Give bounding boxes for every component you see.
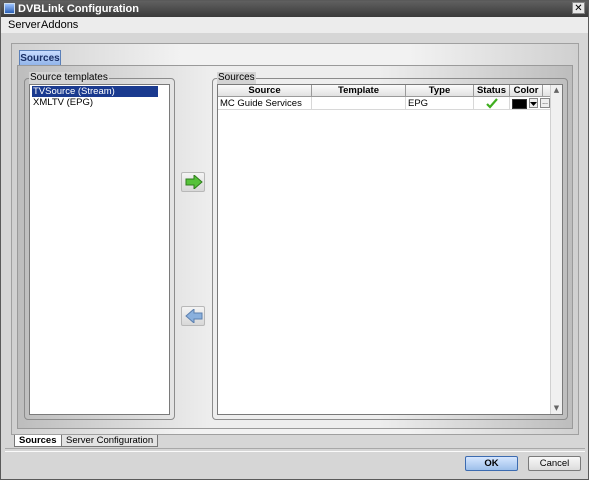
- scroll-up-icon[interactable]: ▲: [551, 85, 562, 96]
- column-header-source[interactable]: Source: [218, 85, 312, 97]
- cell-status: [474, 97, 510, 110]
- right-arrow-icon: [185, 175, 203, 189]
- sources-group: Sources Source Template Type Status Colo…: [212, 72, 568, 420]
- menu-addons[interactable]: Addons: [41, 18, 78, 32]
- ok-button[interactable]: OK: [465, 456, 518, 471]
- checkmark-icon: [486, 98, 498, 109]
- column-header-type[interactable]: Type: [406, 85, 474, 97]
- template-item-xmltv[interactable]: XMLTV (EPG): [32, 97, 93, 108]
- template-item-tvsource[interactable]: TVSource (Stream): [32, 86, 158, 97]
- scroll-down-icon[interactable]: ▼: [551, 403, 562, 414]
- chevron-down-icon: [530, 102, 537, 106]
- close-button[interactable]: ✕: [572, 2, 585, 14]
- color-more-button[interactable]: ...: [540, 98, 550, 108]
- cell-source[interactable]: MC Guide Services: [218, 97, 312, 110]
- source-templates-group: Source templates TVSource (Stream) XMLTV…: [24, 72, 175, 420]
- column-header-status[interactable]: Status: [474, 85, 510, 97]
- column-header-color[interactable]: Color: [510, 85, 543, 97]
- source-templates-title: Source templates: [29, 72, 109, 84]
- add-source-button[interactable]: [181, 172, 205, 192]
- color-swatch[interactable]: [512, 99, 527, 109]
- remove-source-button[interactable]: [181, 306, 205, 326]
- grid-vertical-scrollbar[interactable]: ▲ ▼: [550, 85, 562, 414]
- bottom-tab-strip: Sources Server Configuration: [9, 435, 579, 447]
- app-icon: [4, 3, 15, 14]
- window-title: DVBLink Configuration: [18, 3, 139, 15]
- menu-server[interactable]: Server: [8, 18, 40, 32]
- cell-color[interactable]: ...: [510, 97, 552, 110]
- title-bar: DVBLink Configuration ✕: [1, 1, 588, 17]
- tab-sources[interactable]: Sources: [14, 435, 62, 447]
- color-dropdown-button[interactable]: [529, 98, 538, 108]
- column-header-template[interactable]: Template: [312, 85, 406, 97]
- footer-divider: [5, 448, 585, 452]
- left-arrow-icon: [185, 309, 203, 323]
- tab-server-configuration[interactable]: Server Configuration: [61, 435, 159, 447]
- sources-title: Sources: [217, 72, 256, 84]
- main-window: DVBLink Configuration ✕ Server Addons So…: [0, 0, 589, 480]
- sources-grid[interactable]: Source Template Type Status Color MC Gui…: [217, 84, 563, 415]
- menu-bar: Server Addons: [1, 17, 588, 33]
- tab-sources-top[interactable]: Sources: [19, 50, 61, 66]
- source-templates-list[interactable]: TVSource (Stream) XMLTV (EPG): [29, 84, 170, 415]
- cell-type[interactable]: EPG: [406, 97, 474, 110]
- cell-template[interactable]: [312, 97, 406, 110]
- cancel-button[interactable]: Cancel: [528, 456, 581, 471]
